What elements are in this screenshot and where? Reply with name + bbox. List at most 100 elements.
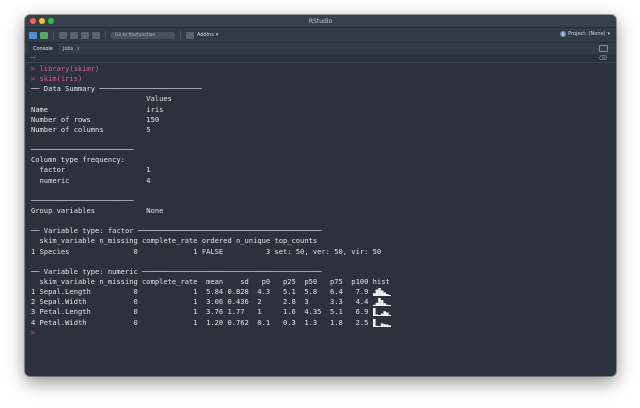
window-title: RStudio	[308, 17, 333, 25]
console-line-text: 1 Sepal.Length 0 1 5.84 0.828 4.3 5.1 5.…	[31, 287, 373, 297]
zoom-window-button[interactable]	[48, 18, 54, 24]
console-line: > skim(iris)	[31, 74, 611, 84]
console-line: Name iris	[31, 105, 611, 115]
console-output[interactable]: > library(skimr) > skim(iris) ── Data Summ…	[25, 62, 616, 376]
console-line: Number of rows 150	[31, 115, 611, 125]
print-icon[interactable]	[92, 31, 100, 39]
console-line: Number of columns 5	[31, 125, 611, 135]
console-line-text: Name iris	[31, 104, 164, 114]
pane-tabs: Console Jobs ×	[25, 43, 616, 54]
rstudio-window: RStudio Go to file/function Addins ▾ R P…	[25, 15, 616, 376]
grid-layout-icon[interactable]	[186, 31, 194, 39]
chevron-down-icon: ▾	[607, 31, 610, 37]
console-line: >	[31, 328, 611, 338]
title-bar: RStudio	[25, 15, 616, 27]
histogram-bar	[388, 315, 391, 317]
console-line-text: ────────────────────────	[31, 145, 134, 155]
working-directory: ~/	[30, 55, 36, 61]
new-project-icon[interactable]	[40, 31, 48, 39]
histogram-sparkline	[372, 298, 391, 307]
histogram-bar	[388, 305, 391, 307]
console-line-text: 4 Petal.Width 0 1 1.20 0.762 0.1 0.3 1.3…	[31, 317, 373, 327]
console-line: 1 Sepal.Length 0 1 5.84 0.828 4.3 5.1 5.…	[31, 287, 611, 297]
console-line: 3 Petal.Length 0 1 3.76 1.77 1 1.6 4.35 …	[31, 307, 611, 317]
main-toolbar: Go to file/function Addins ▾ R Project: …	[25, 27, 616, 43]
close-window-button[interactable]	[30, 18, 36, 24]
console-line-text: Column type frequency:	[31, 155, 125, 165]
histogram-bar	[375, 303, 378, 307]
console-line-text: skim_variable n_missing complete_rate or…	[31, 236, 318, 246]
histogram-bar	[385, 305, 389, 307]
clear-console-icon[interactable]: ⌫	[599, 55, 607, 62]
save-all-icon[interactable]	[81, 31, 89, 39]
console-line: factor 1	[31, 165, 611, 175]
addins-label: Addins	[197, 32, 214, 38]
console-line-text: factor 1	[31, 165, 151, 175]
console-line: 1 Species 0 1 FALSE 3 set: 50, ver: 50, …	[31, 247, 611, 257]
histogram-bar	[372, 305, 376, 307]
project-label: Project: (None)	[568, 31, 606, 37]
console-line-text: 1 Species 0 1 FALSE 3 set: 50, ver: 50, …	[31, 246, 382, 256]
console-line-text: numeric 4	[31, 175, 151, 185]
histogram-bar	[372, 308, 376, 317]
maximize-pane-icon[interactable]	[599, 45, 608, 52]
histogram-bar	[388, 295, 391, 297]
console-line-text: Number of rows 150	[31, 114, 160, 124]
close-icon[interactable]: ×	[76, 46, 80, 52]
console-line: skim_variable n_missing complete_rate me…	[31, 277, 611, 287]
console-line: ────────────────────────	[31, 145, 611, 155]
console-line-text: ────────────────────────	[31, 195, 134, 205]
histogram-bar	[388, 324, 391, 327]
minimize-window-button[interactable]	[39, 18, 45, 24]
console-line-text: Group variables None	[31, 205, 164, 215]
console-line: 2 Sepal.Width 0 1 3.06 0.436 2 2.8 3 3.3…	[31, 297, 611, 307]
project-menu[interactable]: R Project: (None) ▾	[560, 31, 610, 37]
save-icon[interactable]	[70, 31, 78, 39]
console-line: Values	[31, 94, 611, 104]
console-line-text: skim_variable n_missing complete_rate me…	[31, 276, 390, 286]
new-file-icon[interactable]	[29, 31, 37, 39]
open-file-icon[interactable]	[59, 31, 67, 39]
histogram-bar	[380, 313, 384, 317]
console-line-text: 2 Sepal.Width 0 1 3.06 0.436 2 2.8 3 3.3…	[31, 297, 373, 307]
console-line-text: > library(skimr)	[31, 64, 100, 73]
histogram-bar	[383, 311, 386, 317]
toolbar-divider	[53, 31, 54, 39]
tab-jobs[interactable]: Jobs ×	[58, 43, 86, 54]
go-to-file-placeholder: Go to file/function	[115, 32, 156, 38]
tab-console[interactable]: Console	[28, 43, 58, 54]
console-line-text: ── Data Summary ────────────────────────	[31, 84, 202, 94]
addins-menu[interactable]: Addins ▾	[197, 32, 218, 38]
console-line-text: Values	[31, 94, 172, 104]
console-line-text: ── Variable type: numeric ──────────────…	[31, 266, 322, 276]
histogram-bar	[377, 288, 381, 297]
console-line-text: 3 Petal.Length 0 1 3.76 1.77 1 1.6 4.35 …	[31, 307, 373, 317]
console-line: Group variables None	[31, 206, 611, 216]
histogram-sparkline	[372, 318, 391, 327]
histogram-bar	[380, 300, 384, 307]
project-icon: R	[560, 31, 567, 37]
console-line: ── Variable type: numeric ──────────────…	[31, 267, 611, 277]
histogram-bar	[375, 314, 378, 317]
histogram-bar	[372, 318, 376, 327]
chevron-down-icon: ▾	[215, 32, 219, 38]
tab-jobs-label: Jobs	[62, 45, 74, 52]
toolbar-divider	[180, 31, 181, 39]
console-line-text: ── Variable type: factor ───────────────…	[31, 226, 322, 236]
histogram-bar	[385, 312, 389, 317]
histogram-sparkline	[372, 288, 391, 297]
tab-console-label: Console	[33, 45, 53, 52]
go-to-file-input[interactable]: Go to file/function	[111, 31, 175, 39]
toolbar-divider	[105, 31, 106, 39]
window-controls	[30, 18, 54, 24]
histogram-bar	[380, 322, 384, 327]
console-line: Column type frequency:	[31, 155, 611, 165]
histogram-bar	[385, 324, 389, 327]
console-line: ── Data Summary ────────────────────────	[31, 84, 611, 94]
console-line: numeric 4	[31, 176, 611, 186]
console-line-text: Number of columns 5	[31, 124, 151, 134]
